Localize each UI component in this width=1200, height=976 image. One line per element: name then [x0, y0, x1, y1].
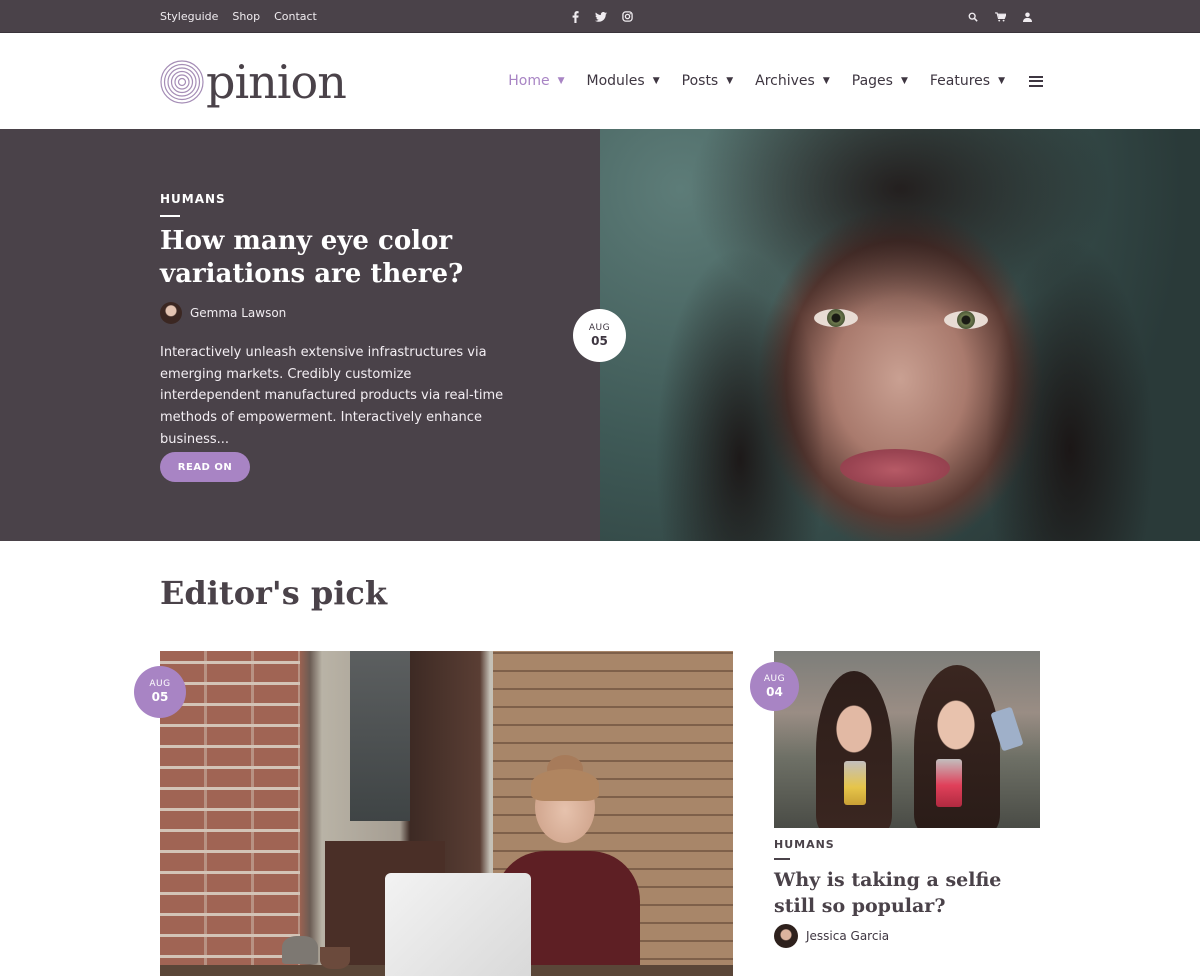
caret-down-icon: ▼ — [726, 76, 734, 86]
caret-down-icon: ▼ — [557, 76, 565, 86]
section-title: Editor's pick — [160, 574, 388, 612]
avatar — [774, 924, 798, 948]
cart-icon[interactable] — [993, 10, 1007, 24]
laptop-graphic — [385, 873, 531, 976]
hero-image[interactable] — [600, 129, 1200, 541]
pick-side-image[interactable] — [774, 651, 1040, 828]
hero-panel — [0, 129, 600, 541]
pick-side-date-badge: AUG 04 — [750, 662, 799, 711]
caret-down-icon: ▼ — [822, 76, 830, 86]
nav-posts[interactable]: Posts ▼ — [682, 73, 734, 89]
facebook-icon[interactable] — [568, 10, 582, 24]
side-post-author[interactable]: Jessica Garcia — [774, 924, 889, 948]
top-link-contact[interactable]: Contact — [274, 10, 317, 23]
author-name: Jessica Garcia — [806, 929, 890, 943]
nav-pages[interactable]: Pages ▼ — [852, 73, 908, 89]
author-name: Gemma Lawson — [190, 306, 287, 320]
date-month: AUG — [588, 322, 611, 333]
date-month: AUG — [763, 673, 786, 684]
main-nav: Home ▼ Modules ▼ Posts ▼ Archives ▼ Page… — [508, 66, 1043, 96]
pick-main-date-badge: AUG 05 — [134, 666, 186, 718]
nav-label: Modules — [586, 73, 645, 89]
top-bar: Styleguide Shop Contact — [0, 0, 1200, 33]
pick-main-image[interactable] — [160, 651, 733, 976]
nav-label: Posts — [681, 73, 719, 89]
avatar — [160, 302, 182, 324]
date-day: 04 — [766, 684, 783, 699]
site-logo[interactable]: pinion — [160, 55, 347, 109]
nav-archives[interactable]: Archives ▼ — [755, 73, 830, 89]
logo-text: pinion — [206, 55, 347, 109]
lips-graphic — [840, 449, 950, 487]
hero-date-badge: AUG 05 — [573, 309, 626, 362]
header-tools — [966, 0, 1034, 33]
eye-graphic — [944, 311, 988, 329]
top-link-shop[interactable]: Shop — [232, 10, 260, 23]
caret-down-icon: ▼ — [900, 76, 908, 86]
hero-excerpt: Interactively unleash extensive infrastr… — [160, 345, 504, 447]
side-post-category[interactable]: HUMANS — [774, 838, 835, 851]
menu-icon[interactable] — [1029, 75, 1043, 87]
hero-title[interactable]: How many eye color variations are there? — [160, 225, 540, 291]
search-icon[interactable] — [966, 10, 980, 24]
date-month: AUG — [149, 679, 171, 689]
drink-cup-graphic — [844, 761, 866, 805]
hero-category[interactable]: HUMANS — [160, 192, 226, 206]
date-day: 05 — [591, 333, 608, 348]
top-link-styleguide[interactable]: Styleguide — [160, 10, 218, 23]
divider — [774, 858, 790, 860]
nav-home[interactable]: Home ▼ — [508, 73, 564, 89]
nav-modules[interactable]: Modules ▼ — [587, 73, 660, 89]
caret-down-icon: ▼ — [652, 76, 660, 86]
cup-graphic — [320, 947, 350, 969]
logo-rings-icon — [160, 60, 204, 104]
nav-label: Home — [508, 73, 550, 89]
site-header: pinion Home ▼ Modules ▼ Posts ▼ Archives… — [0, 33, 1200, 129]
hero-author[interactable]: Gemma Lawson — [160, 302, 286, 324]
side-post-title[interactable]: Why is taking a selfie still so popular? — [774, 867, 1044, 919]
nav-features[interactable]: Features ▼ — [930, 73, 1005, 89]
social-links — [568, 0, 634, 33]
read-on-button[interactable]: READ ON — [160, 452, 250, 482]
twitter-icon[interactable] — [594, 10, 608, 24]
top-links: Styleguide Shop Contact — [160, 0, 317, 33]
drink-cup-graphic — [936, 759, 962, 807]
nav-label: Archives — [755, 73, 815, 89]
date-day: 05 — [151, 690, 169, 704]
user-icon[interactable] — [1020, 10, 1034, 24]
eye-graphic — [814, 309, 858, 327]
instagram-icon[interactable] — [620, 10, 634, 24]
nav-label: Pages — [851, 73, 893, 89]
nav-label: Features — [929, 73, 991, 89]
teapot-graphic — [282, 936, 318, 964]
divider — [160, 215, 180, 217]
caret-down-icon: ▼ — [998, 76, 1005, 86]
